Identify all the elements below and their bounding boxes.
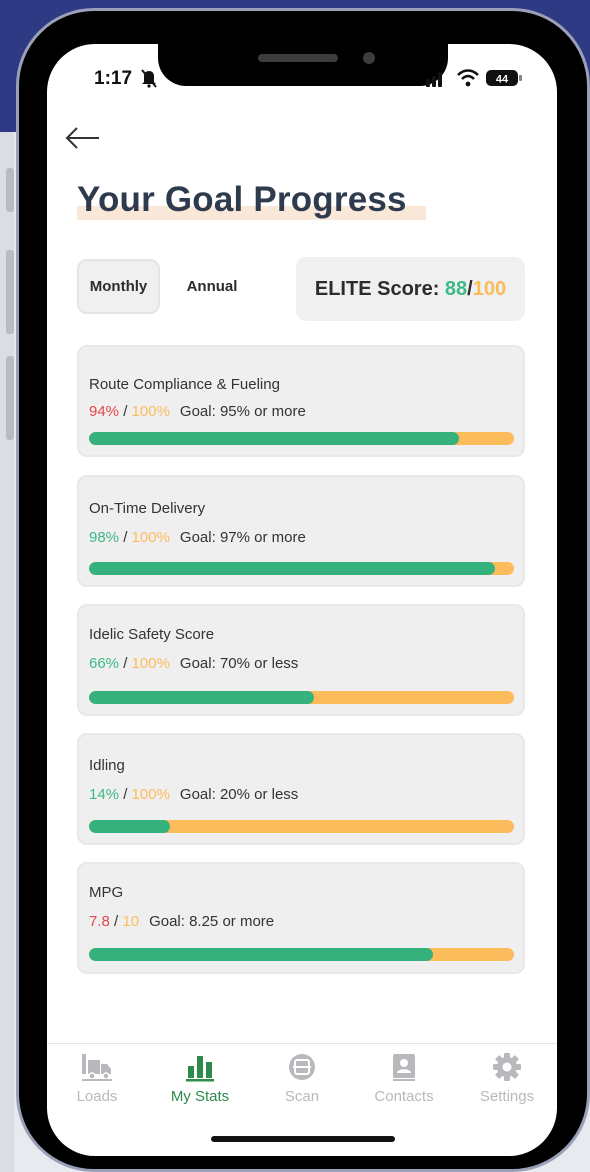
battery-percent: 44 — [496, 74, 509, 86]
home-indicator — [211, 1136, 395, 1142]
progress-fill — [89, 691, 315, 704]
bar-chart-icon — [186, 1056, 214, 1082]
metric-total: 100% — [131, 655, 170, 672]
back-arrow-icon[interactable] — [64, 124, 102, 152]
metric-total: 10 — [122, 913, 140, 930]
elite-score-label: ELITE Score: — [314, 277, 440, 300]
signal-icon — [426, 72, 442, 87]
front-camera — [363, 52, 375, 64]
metric-stats: 98% / 100% Goal: 97% or more — [89, 529, 306, 546]
metric-stats: 94% / 100% Goal: 95% or more — [89, 403, 306, 420]
tab-label: Contacts — [374, 1088, 434, 1105]
metric-title: On-Time Delivery — [89, 500, 206, 517]
phone-side-button — [6, 168, 14, 212]
scan-icon — [289, 1054, 315, 1080]
tab-label: My Stats — [170, 1088, 230, 1105]
phone-notch — [158, 40, 448, 86]
elite-score-value: 88 — [444, 277, 468, 300]
metric-card-idling[interactable]: Idling 14% / 100% Goal: 20% or less — [77, 733, 525, 845]
metric-goal: Goal: 95% or more — [179, 403, 306, 420]
metric-card-route-compliance[interactable]: Route Compliance & Fueling 94% / 100% Goa… — [77, 345, 525, 457]
metric-goal: Goal: 70% or less — [179, 655, 299, 672]
tab-scan[interactable]: Scan — [252, 1052, 352, 1105]
metric-total: 100% — [131, 529, 170, 546]
wifi-icon — [457, 69, 479, 87]
tab-settings[interactable]: Settings — [457, 1052, 557, 1105]
metric-value: 66% — [89, 655, 120, 672]
metric-stats: 7.8 / 10 Goal: 8.25 or more — [89, 913, 274, 930]
metric-goal: Goal: 20% or less — [179, 786, 299, 803]
tab-label: Settings — [479, 1088, 535, 1105]
tab-loads[interactable]: Loads — [47, 1052, 147, 1105]
metric-card-idelic-safety[interactable]: Idelic Safety Score 66% / 100% Goal: 70% … — [77, 604, 525, 716]
progress-fill — [89, 948, 434, 961]
tab-contacts[interactable]: Contacts — [354, 1052, 454, 1105]
metric-value: 7.8 — [89, 913, 110, 930]
tab-my-stats[interactable]: My Stats — [150, 1052, 250, 1105]
metric-separator: / — [119, 786, 132, 803]
tab-label: Scan — [284, 1088, 320, 1105]
progress-bar — [89, 820, 514, 833]
progress-fill — [89, 432, 459, 445]
page-title: Your Goal Progress — [77, 180, 407, 219]
metric-title: Idelic Safety Score — [89, 626, 215, 643]
metric-goal: Goal: 97% or more — [179, 529, 306, 546]
metric-card-mpg[interactable]: MPG 7.8 / 10 Goal: 8.25 or more — [77, 862, 525, 974]
progress-bar — [89, 691, 514, 704]
metric-separator: / — [109, 913, 123, 930]
metric-stats: 66% / 100% Goal: 70% or less — [89, 655, 298, 672]
phone-side-button — [6, 250, 14, 334]
gear-icon — [493, 1053, 521, 1081]
metric-title: Idling — [89, 757, 125, 774]
metric-separator: / — [119, 655, 132, 672]
bottom-tab-bar: Loads My Stats Scan Contacts Settings — [47, 1043, 557, 1113]
metric-card-on-time-delivery[interactable]: On-Time Delivery 98% / 100% Goal: 97% or … — [77, 475, 525, 587]
muted-bell-icon — [141, 69, 157, 88]
metric-stats: 14% / 100% Goal: 20% or less — [89, 786, 298, 803]
progress-fill — [89, 820, 170, 833]
metric-value: 14% — [89, 786, 120, 803]
metric-value: 98% — [89, 529, 120, 546]
metric-total: 100% — [131, 786, 170, 803]
progress-bar — [89, 432, 514, 445]
monthly-toggle[interactable]: Monthly — [77, 259, 160, 314]
progress-bar — [89, 948, 514, 961]
battery-icon: 44 — [486, 70, 522, 86]
progress-fill — [89, 562, 495, 575]
speaker-grille — [258, 54, 338, 62]
metric-separator: / — [119, 529, 132, 546]
metric-value: 94% — [89, 403, 120, 420]
truck-icon — [82, 1054, 112, 1081]
status-time: 1:17 — [94, 68, 133, 89]
elite-score-badge: ELITE Score: 88/100 — [296, 257, 525, 321]
metric-separator: / — [119, 403, 132, 420]
metric-total: 100% — [131, 403, 170, 420]
tab-label: Loads — [76, 1088, 118, 1105]
phone-side-button — [6, 356, 14, 440]
metric-title: Route Compliance & Fueling — [89, 376, 280, 393]
progress-bar — [89, 562, 514, 575]
metric-goal: Goal: 8.25 or more — [149, 913, 275, 930]
contacts-icon — [393, 1054, 415, 1081]
annual-toggle[interactable]: Annual — [170, 259, 254, 314]
elite-score-max: 100 — [472, 277, 507, 300]
status-icons: 44 — [426, 69, 522, 87]
metric-title: MPG — [89, 884, 124, 901]
